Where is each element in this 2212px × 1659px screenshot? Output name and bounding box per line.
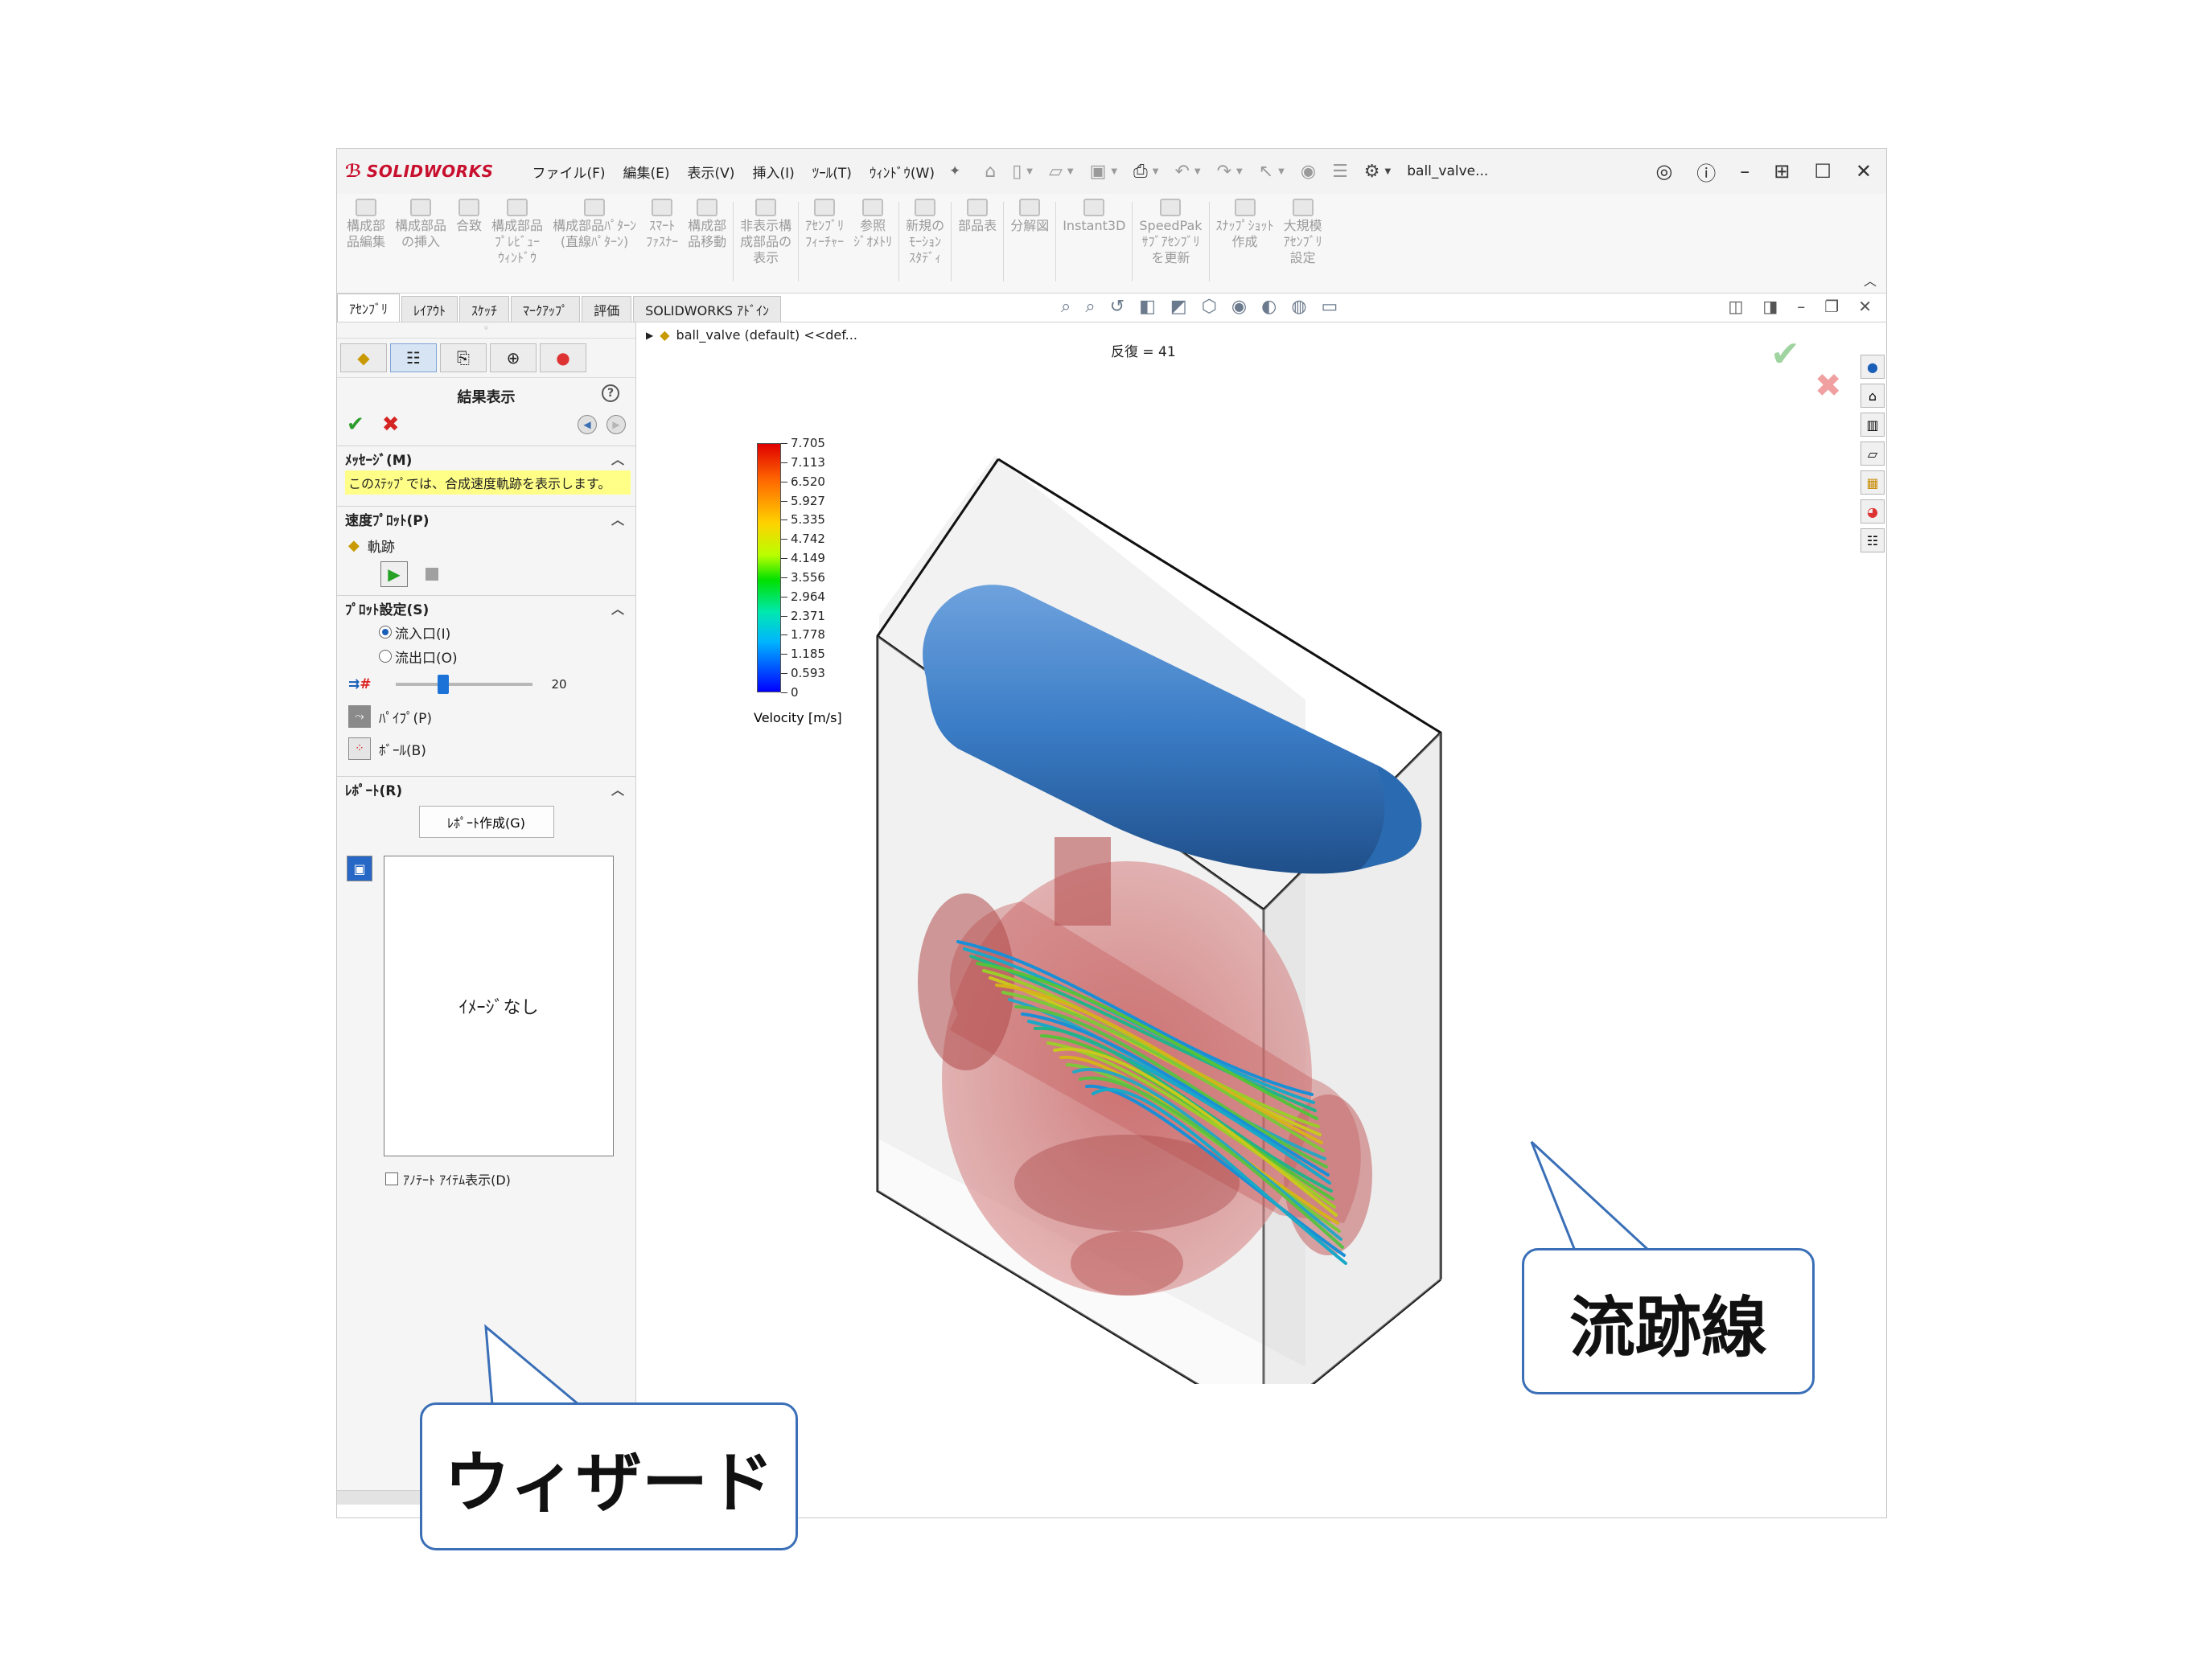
streamline-callout: 流跡線 (1522, 1248, 1815, 1394)
callout-pointers (484, 1140, 1651, 1408)
slide: ℬ SOLIDWORKS ファイル(F) 編集(E) 表示(V) 挿入(I) ﾂ… (0, 0, 2212, 1659)
wizard-callout: ウィザード (420, 1402, 798, 1550)
